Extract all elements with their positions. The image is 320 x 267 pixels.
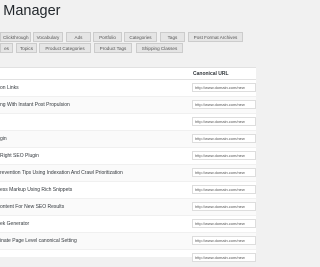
tab-product-categories[interactable]: Product Categories: [39, 43, 91, 53]
post-title[interactable]: ess Markup Using Rich Snippets: [0, 187, 188, 193]
post-title[interactable]: ng With Instant Post Propulsion: [0, 102, 188, 108]
table-row: on Links: [0, 80, 256, 97]
post-title[interactable]: revention Tips Using Indexation And Craw…: [0, 170, 188, 176]
canonical-url-header: Canonical URL: [193, 71, 229, 77]
table-row: [0, 114, 256, 131]
table-row: ek Generator: [0, 216, 256, 233]
canonical-url-input[interactable]: [192, 253, 256, 262]
post-title[interactable]: ek Generator: [0, 221, 188, 227]
post-title[interactable]: on Links: [0, 85, 188, 91]
canonical-url-input[interactable]: [192, 151, 256, 160]
tab-topics[interactable]: Topics: [16, 43, 37, 53]
canonical-url-input[interactable]: [192, 236, 256, 245]
canonical-url-input[interactable]: [192, 168, 256, 177]
canonical-url-input[interactable]: [192, 100, 256, 109]
canonical-url-input[interactable]: [192, 219, 256, 228]
table-row: ontent For New SEO Results: [0, 199, 256, 216]
tab-clickthrough[interactable]: Clickthrough: [0, 32, 31, 42]
table-row: [0, 250, 256, 267]
table-row: revention Tips Using Indexation And Craw…: [0, 165, 256, 182]
tab-categories[interactable]: Categories: [124, 32, 157, 42]
table-header: Canonical URL: [0, 68, 256, 80]
table-row: ess Markup Using Rich Snippets: [0, 182, 256, 199]
table-row: gin: [0, 131, 256, 148]
post-title[interactable]: ontent For New SEO Results: [0, 204, 188, 210]
post-title[interactable]: gin: [0, 136, 188, 142]
tab-vocabulary[interactable]: Vocabulary: [33, 32, 63, 42]
tab-portfolio[interactable]: Portfolio: [93, 32, 122, 42]
canonical-url-input[interactable]: [192, 185, 256, 194]
tab-partial[interactable]: es: [0, 43, 13, 53]
canonical-url-input[interactable]: [192, 117, 256, 126]
tab-tags[interactable]: Tags: [160, 32, 185, 42]
table-row: Right SEO Plugin: [0, 148, 256, 165]
page-title: l Manager: [0, 3, 61, 19]
canonical-url-input[interactable]: [192, 83, 256, 92]
tab-post-format-archives[interactable]: Post Format Archives: [188, 32, 243, 42]
tab-shipping-classes[interactable]: Shipping Classes: [136, 43, 183, 53]
post-title[interactable]: inate Page Level canonical Setting: [0, 238, 188, 244]
canonical-table: Canonical URL on Links ng With Instant P…: [0, 67, 256, 267]
tab-ads[interactable]: Ads: [66, 32, 91, 42]
post-title[interactable]: Right SEO Plugin: [0, 153, 188, 159]
tab-product-tags[interactable]: Product Tags: [94, 43, 132, 53]
table-row: ng With Instant Post Propulsion: [0, 97, 256, 114]
canonical-url-input[interactable]: [192, 134, 256, 143]
canonical-url-input[interactable]: [192, 202, 256, 211]
table-row: inate Page Level canonical Setting: [0, 233, 256, 250]
